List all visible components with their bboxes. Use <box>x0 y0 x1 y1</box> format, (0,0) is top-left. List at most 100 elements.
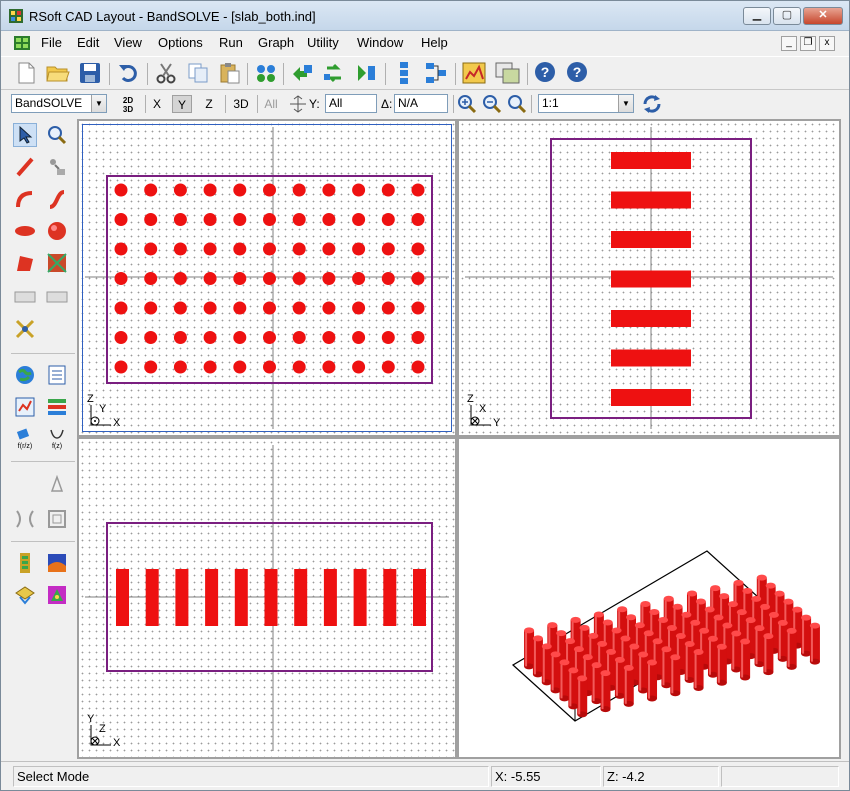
xy-rod <box>173 331 187 344</box>
axis-z-button[interactable]: Z <box>199 95 219 113</box>
xy-rod <box>263 213 276 226</box>
sphere-tool[interactable] <box>45 219 69 243</box>
zoom-select[interactable]: 1:1 ▼ <box>538 94 634 113</box>
cut-icon[interactable] <box>153 60 179 86</box>
link-icon[interactable] <box>253 60 279 86</box>
mdi-minimize-button[interactable]: _ <box>781 36 797 51</box>
menu-edit[interactable]: Edit <box>77 35 99 50</box>
all-button[interactable]: All <box>261 95 281 113</box>
array-tool[interactable] <box>45 285 69 309</box>
block-tool[interactable] <box>45 251 69 275</box>
y-slice-label: Y: <box>309 97 320 111</box>
bandsolve-setup-tool[interactable] <box>13 583 37 607</box>
help-icon[interactable]: ? <box>533 60 559 86</box>
bandsolve-run-tool[interactable] <box>45 583 69 607</box>
doc-icon[interactable] <box>13 35 31 51</box>
mdi-restore-button[interactable]: ❐ <box>800 36 816 51</box>
xy-rod <box>411 213 425 226</box>
2d3d-toggle-button[interactable]: 2D 3D <box>115 93 141 115</box>
menu-run[interactable]: Run <box>219 35 243 50</box>
run-simulation-icon[interactable] <box>461 60 487 86</box>
menu-view[interactable]: View <box>114 35 142 50</box>
xy-view-pane[interactable]: Z Y X <box>79 121 455 435</box>
distribute-icon[interactable] <box>423 60 449 86</box>
xz-view-pane[interactable]: Y Z X <box>79 439 455 757</box>
menu-file[interactable]: File <box>41 35 62 50</box>
xy-rod <box>381 213 395 226</box>
zoom-in-icon[interactable] <box>457 94 477 114</box>
s-bend-tool[interactable] <box>45 187 69 211</box>
chevron-down-icon: ▼ <box>618 95 633 112</box>
maximize-button[interactable]: ▢ <box>773 7 801 25</box>
copy-icon[interactable] <box>185 60 211 86</box>
flip-icon[interactable] <box>353 60 379 86</box>
xy-rod <box>173 301 187 315</box>
view-3d-button[interactable]: 3D <box>229 95 253 113</box>
mdi-workspace: Z Y X Z X Y Y Z X <box>77 119 841 759</box>
frame-tool[interactable] <box>45 507 69 531</box>
menu-utility[interactable]: Utility <box>307 35 339 50</box>
menu-options[interactable]: Options <box>158 35 203 50</box>
menu-help[interactable]: Help <box>421 35 448 50</box>
straight-waveguide-tool[interactable] <box>13 155 37 179</box>
view-results-icon[interactable] <box>495 60 521 86</box>
3d-rod <box>568 667 579 710</box>
zoom-out-icon[interactable] <box>482 94 502 114</box>
3d-rod <box>754 625 765 668</box>
yz-view-pane[interactable]: Z X Y <box>459 121 839 435</box>
zoom-tool[interactable] <box>45 123 69 147</box>
function-xyz-icon[interactable]: f(r/z) <box>13 427 37 451</box>
polygon-tool[interactable] <box>13 251 37 275</box>
xz-bar <box>353 569 367 626</box>
menu-graph[interactable]: Graph <box>258 35 294 50</box>
taper-tool[interactable] <box>45 155 69 179</box>
launch-tool[interactable] <box>45 473 69 497</box>
lens-tool[interactable] <box>13 219 37 243</box>
function-z-icon[interactable]: f(z) <box>45 427 69 451</box>
xy-rod <box>381 242 395 256</box>
refresh-icon[interactable] <box>640 92 664 116</box>
zoom-fit-icon[interactable] <box>507 94 527 114</box>
axis-y-button[interactable]: Y <box>172 95 192 113</box>
arc-waveguide-tool[interactable] <box>13 187 37 211</box>
paste-icon[interactable] <box>217 60 243 86</box>
xy-rod <box>203 242 217 256</box>
symbol-table-icon[interactable] <box>13 395 37 419</box>
xy-axis-glyph <box>90 405 111 426</box>
measure-tool[interactable] <box>13 317 37 341</box>
status-z-coord: Z: -4.2 <box>603 766 719 787</box>
xy-rod <box>352 301 366 315</box>
3d-rod <box>591 662 602 705</box>
close-button[interactable]: ✕ <box>803 7 843 25</box>
save-icon[interactable] <box>77 60 103 86</box>
y-slice-input[interactable]: All <box>325 94 377 113</box>
new-file-icon[interactable] <box>13 60 39 86</box>
program-select[interactable]: BandSOLVE ▼ <box>11 94 107 113</box>
monitor-tool[interactable] <box>13 551 37 575</box>
help-bandsolve-icon[interactable]: ? <box>565 60 591 86</box>
chevron-down-icon: ▼ <box>91 95 106 112</box>
undo-icon[interactable] <box>115 60 141 86</box>
mdi-close-button[interactable]: x <box>819 36 835 51</box>
delta-input[interactable]: N/A <box>394 94 448 113</box>
field-display-tool[interactable] <box>45 551 69 575</box>
menu-window[interactable]: Window <box>357 35 403 50</box>
mirror-tool[interactable] <box>13 507 37 531</box>
segment-tool[interactable] <box>13 285 37 309</box>
xy-rod <box>114 242 128 256</box>
3d-rod <box>638 651 649 694</box>
align-icon[interactable] <box>391 60 417 86</box>
3d-view-pane[interactable] <box>459 439 839 757</box>
open-folder-icon[interactable] <box>45 60 71 86</box>
3d-rod <box>559 659 570 702</box>
globe-icon[interactable] <box>13 363 37 387</box>
axis-x-button[interactable]: X <box>147 95 167 113</box>
3d-rod <box>731 630 742 673</box>
symmetry-icon[interactable] <box>289 60 315 86</box>
notes-icon[interactable] <box>45 363 69 387</box>
select-tool[interactable] <box>13 123 37 147</box>
rotate-icon[interactable] <box>321 60 347 86</box>
minimize-button[interactable]: ▁ <box>743 7 771 25</box>
xy-rod <box>263 183 276 197</box>
layer-table-icon[interactable] <box>45 395 69 419</box>
